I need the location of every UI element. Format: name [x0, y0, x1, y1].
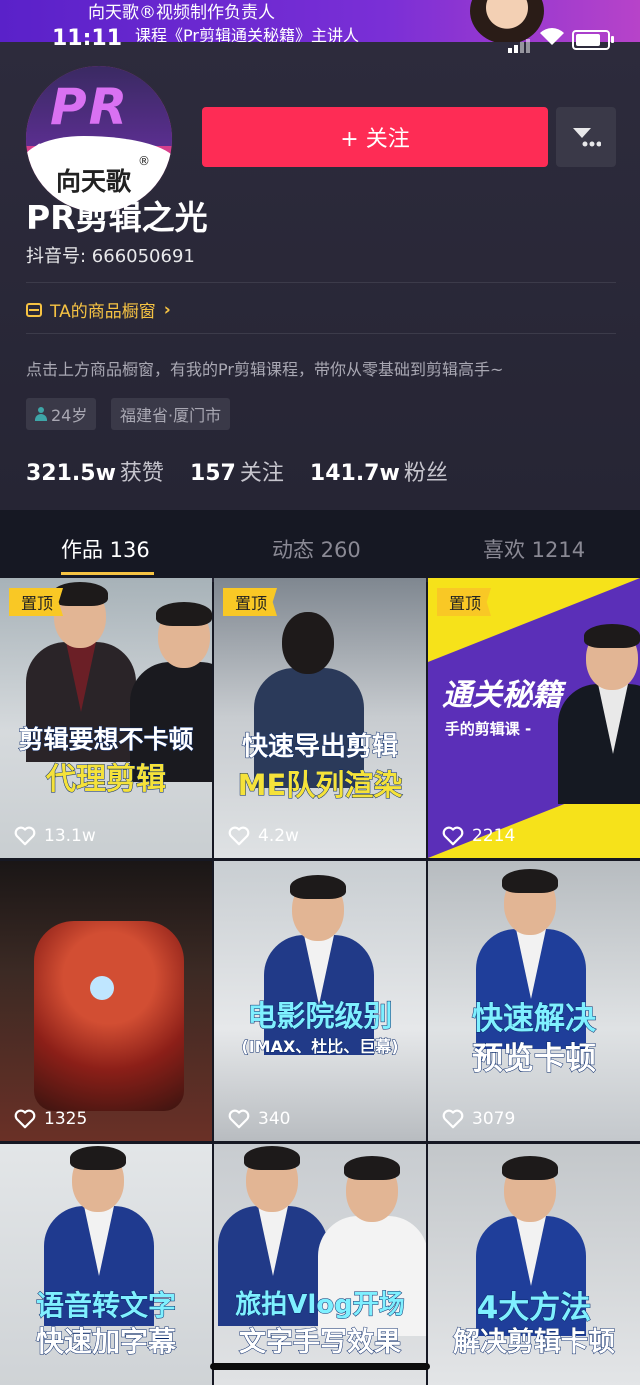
heart-icon — [442, 826, 464, 846]
stat-following[interactable]: 157 关注 — [190, 455, 284, 487]
heart-icon — [228, 1109, 250, 1129]
video-caption: 快速加字幕 — [35, 1325, 176, 1359]
stat-followers[interactable]: 141.7w 粉丝 — [310, 455, 448, 487]
video-thumbnail[interactable]: 电影院级别 (IMAX、杜比、巨幕) 340 — [214, 861, 426, 1141]
home-indicator[interactable] — [210, 1363, 430, 1370]
video-caption: 剪辑要想不卡顿 — [18, 725, 194, 755]
active-tab-indicator — [61, 572, 154, 575]
status-icons — [500, 28, 620, 53]
like-count: 13.1w — [14, 826, 96, 846]
more-filter-icon — [573, 128, 601, 147]
wifi-icon — [538, 24, 566, 54]
video-caption: 旅拍Vlog开场 — [235, 1290, 406, 1321]
shop-window-link[interactable]: TA的商品橱窗 › — [26, 297, 171, 322]
pinned-badge: 置顶 — [9, 588, 64, 616]
heart-icon — [14, 1109, 36, 1129]
tab-moments[interactable]: 动态 260 — [272, 534, 361, 564]
video-caption: 代理剪辑 — [46, 762, 167, 798]
profile-stats: 321.5w 获赞 157 关注 141.7w 粉丝 — [26, 455, 448, 487]
pinned-badge: 置顶 — [223, 588, 278, 616]
video-caption: ME队列渲染 — [237, 768, 403, 803]
chevron-right-icon: › — [163, 299, 171, 320]
profile-douyin-id: 抖音号: 666050691 — [26, 246, 195, 267]
heart-icon — [14, 826, 36, 846]
video-caption: 文字手写效果 — [239, 1327, 402, 1359]
video-caption: (IMAX、杜比、巨幕) — [241, 1037, 399, 1057]
video-thumbnail[interactable]: 快速解决 预览卡顿 3079 — [428, 861, 640, 1141]
video-thumbnail[interactable]: 旅拍Vlog开场 文字手写效果 — [214, 1144, 426, 1385]
signal-icon — [508, 34, 532, 53]
video-caption: 语音转文字 — [35, 1289, 176, 1323]
video-caption: 快速解决 — [472, 1001, 597, 1038]
divider — [26, 282, 616, 283]
video-thumbnail[interactable]: 4大方法 解决剪辑卡顿 — [428, 1144, 640, 1385]
profile-bio: 点击上方商品橱窗，有我的Pr剪辑课程，带你从零基础到剪辑高手~ — [26, 360, 504, 379]
more-options-button[interactable] — [556, 107, 616, 167]
like-count: 1325 — [14, 1109, 87, 1129]
video-caption: 电影院级别 — [247, 999, 393, 1034]
person-icon — [35, 407, 47, 421]
video-thumbnail[interactable]: 置顶 快速导出剪辑 ME队列渲染 4.2w — [214, 578, 426, 858]
tab-likes[interactable]: 喜欢 1214 — [483, 534, 585, 564]
heart-icon — [442, 1109, 464, 1129]
video-thumbnail[interactable]: 1325 — [0, 861, 212, 1141]
banner-line-2: 课程《Pr剪辑通关秘籍》主讲人 — [135, 26, 359, 42]
stat-likes[interactable]: 321.5w 获赞 — [26, 455, 164, 487]
shop-window-label: TA的商品橱窗 — [50, 302, 156, 322]
profile-nickname: PR剪辑之光 — [26, 198, 208, 237]
divider — [26, 333, 616, 334]
back-icon[interactable]: ‹ — [30, 132, 42, 167]
avatar-reg-mark: ® — [138, 154, 150, 168]
like-count: 2214 — [442, 826, 515, 846]
content-tabs: 作品 136 动态 260 喜欢 1214 — [0, 510, 640, 578]
video-caption: 通关秘籍 — [442, 678, 562, 713]
location-tag: 福建省·厦门市 — [111, 398, 231, 430]
like-count: 340 — [228, 1109, 290, 1129]
video-caption: 快速导出剪辑 — [241, 732, 398, 763]
like-count: 4.2w — [228, 826, 299, 846]
heart-icon — [228, 826, 250, 846]
video-caption: 解决剪辑卡顿 — [453, 1327, 616, 1359]
shop-window-icon — [26, 302, 42, 317]
battery-icon — [572, 30, 614, 50]
tab-works[interactable]: 作品 136 — [61, 534, 150, 564]
avatar-logo-text: PR — [50, 78, 130, 136]
status-time: 11:11 — [52, 26, 123, 51]
video-thumbnail[interactable]: 语音转文字 快速加字幕 — [0, 1144, 212, 1385]
pinned-badge: 置顶 — [437, 588, 492, 616]
video-thumbnail[interactable]: 置顶 剪辑要想不卡顿 代理剪辑 13.1w — [0, 578, 212, 858]
video-grid: 置顶 剪辑要想不卡顿 代理剪辑 13.1w 置顶 快速导出剪辑 ME队列渲染 4… — [0, 578, 640, 1385]
like-count: 3079 — [442, 1109, 515, 1129]
banner-line-1: 向天歌®视频制作负责人 — [88, 3, 275, 23]
follow-button[interactable]: + 关注 — [202, 107, 548, 167]
video-caption: 手的剪辑课 - — [444, 720, 532, 738]
video-thumbnail[interactable]: 置顶 通关秘籍 手的剪辑课 - 2214 — [428, 578, 640, 858]
video-caption: 预览卡顿 — [472, 1041, 597, 1078]
age-tag: 24岁 — [26, 398, 97, 430]
robot-figure — [34, 921, 184, 1111]
